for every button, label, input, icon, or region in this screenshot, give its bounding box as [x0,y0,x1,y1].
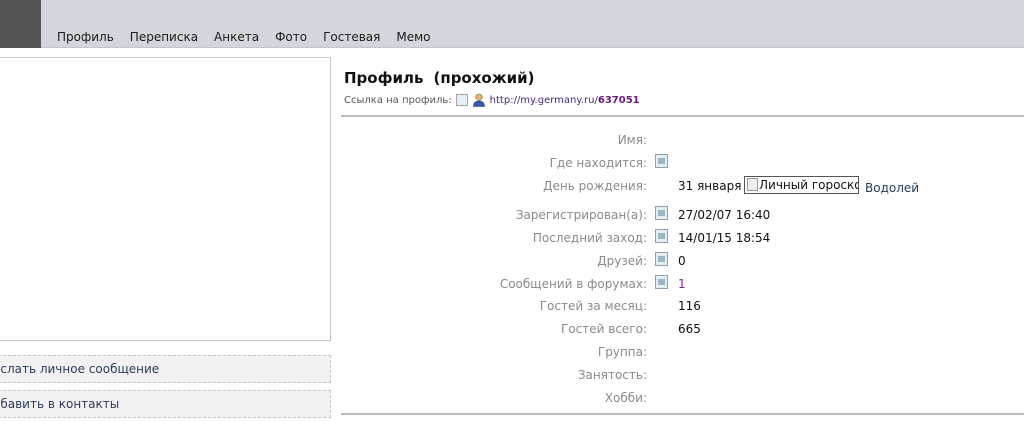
field-occupation: Занятость: [341,365,1024,385]
field-label: Группа: [597,345,647,359]
field-label: Где находится: [549,156,647,170]
profile-title: Профиль [344,69,424,87]
top-navigation-bar: Профиль Переписка Анкета Фото Гостевая М… [0,0,1024,48]
field-guests-total: Гостей всего: 665 [341,319,1024,339]
image-placeholder-icon [655,206,668,220]
horoscope-alt-text: Личный гороскоп [759,178,859,192]
profile-link-label: Ссылка на профиль: [344,94,452,106]
profile-url-prefix: http://my.germany.ru/ [489,94,598,106]
field-value: 665 [678,322,701,336]
field-label: Хобби: [604,391,647,405]
field-value: 0 [678,254,686,268]
avatar-frame [0,57,331,341]
send-message-label: ослать личное сообщение [0,362,160,376]
field-registered: Зарегистрирован(а): 27/02/07 16:40 [341,205,1024,225]
field-label: Занятость: [577,368,647,382]
tab-guestbook[interactable]: Гостевая [323,29,380,45]
field-label: Зарегистрирован(а): [515,208,647,222]
image-placeholder-icon [655,229,668,243]
field-value: 31 января [678,179,742,193]
field-forum-posts: Сообщений в форумах: 1 [341,274,1024,294]
tab-memo[interactable]: Мемо [396,29,430,45]
profile-url-link[interactable]: http://my.germany.ru/637051 [490,95,640,106]
field-guests-month: Гостей за месяц: 116 [341,296,1024,316]
profile-tabs: Профиль Переписка Анкета Фото Гостевая М… [57,29,447,45]
tab-questionnaire[interactable]: Анкета [214,29,259,45]
field-label: Сообщений в форумах: [499,277,647,291]
field-value: 116 [678,299,701,313]
logo-block [0,0,41,48]
field-label: Гостей за месяц: [539,299,647,313]
profile-status: (прохожий) [433,69,535,87]
field-label: Гостей всего: [561,322,647,336]
field-value: 14/01/15 18:54 [678,231,771,245]
field-name: Имя: [341,130,1024,150]
tab-photo[interactable]: Фото [275,29,307,45]
image-placeholder-icon [655,252,668,266]
profile-url-id: 637051 [597,94,640,106]
forum-posts-link[interactable]: 1 [678,277,686,291]
field-group: Группа: [341,342,1024,362]
field-label: День рождения: [543,179,647,193]
divider-top [341,115,1024,117]
horoscope-image[interactable]: Личный гороскоп [744,176,859,194]
field-value: 27/02/07 16:40 [678,208,771,222]
page-title: Профиль (прохожий) [344,69,535,87]
field-hobby: Хобби: [341,388,1024,408]
field-label: Последний заход: [532,231,647,245]
user-icon [472,93,485,107]
field-location: Где находится: [341,153,1024,173]
image-placeholder-icon [655,275,668,289]
field-birthday: День рождения: 31 января Личный гороскоп… [341,176,1024,196]
send-private-message-button[interactable]: ослать личное сообщение [0,355,331,383]
image-placeholder-icon [655,154,668,168]
field-friends: Друзей: 0 [341,251,1024,271]
profile-link-row: Ссылка на профиль: http://my.germany.ru/… [344,93,640,107]
broken-image-icon [747,178,758,191]
field-label: Друзей: [597,254,647,268]
zodiac-sign-link[interactable]: Водолей [865,181,919,195]
divider-bottom [341,413,1024,415]
add-contacts-label: обавить в контакты [0,397,120,411]
add-to-contacts-button[interactable]: обавить в контакты [0,390,331,418]
field-label: Имя: [617,133,647,147]
field-last-visit: Последний заход: 14/01/15 18:54 [341,228,1024,248]
tab-profile[interactable]: Профиль [57,29,114,45]
image-placeholder-icon [455,94,468,106]
tab-messages[interactable]: Переписка [130,29,198,45]
